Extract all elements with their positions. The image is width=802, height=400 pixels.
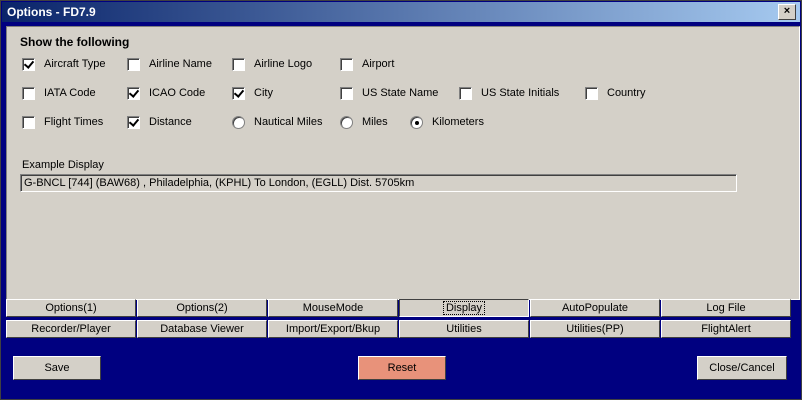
- tab-log-file[interactable]: Log File: [661, 299, 791, 317]
- airline-logo-checkbox[interactable]: [232, 57, 245, 71]
- tab-flightalert[interactable]: FlightAlert: [661, 320, 791, 338]
- aircraft-type-option[interactable]: Aircraft Type: [22, 57, 106, 71]
- tab-autopopulate[interactable]: AutoPopulate: [530, 299, 660, 317]
- kilometers-radio[interactable]: [410, 115, 423, 129]
- save-button[interactable]: Save: [13, 356, 101, 380]
- distance-checkbox[interactable]: [127, 115, 140, 129]
- country-option[interactable]: Country: [585, 86, 646, 100]
- miles-radio[interactable]: [340, 115, 353, 129]
- kilometers-label: Kilometers: [432, 116, 484, 128]
- tab-display-label: Display: [442, 301, 486, 315]
- airline-name-label: Airline Name: [149, 58, 212, 70]
- icao-code-label: ICAO Code: [149, 87, 206, 99]
- tab-database-viewer[interactable]: Database Viewer: [137, 320, 267, 338]
- distance-label: Distance: [149, 116, 192, 128]
- airport-option[interactable]: Airport: [340, 57, 394, 71]
- example-display-label: Example Display: [22, 159, 104, 171]
- us-state-name-label: US State Name: [362, 87, 439, 99]
- airline-name-option[interactable]: Airline Name: [127, 57, 212, 71]
- iata-code-option[interactable]: IATA Code: [22, 86, 96, 100]
- us-state-initials-checkbox[interactable]: [459, 86, 472, 100]
- tab-utilities-pp-label: Utilities(PP): [566, 323, 624, 335]
- tab-recorder-player[interactable]: Recorder/Player: [6, 320, 136, 338]
- display-options-panel: Show the following Aircraft Type Airline…: [6, 26, 800, 300]
- tab-utilities-label: Utilities: [446, 323, 482, 335]
- icao-code-option[interactable]: ICAO Code: [127, 86, 205, 100]
- us-state-initials-label: US State Initials: [481, 87, 560, 99]
- airport-label: Airport: [362, 58, 395, 70]
- close-cancel-button[interactable]: Close/Cancel: [697, 356, 787, 380]
- flight-times-checkbox[interactable]: [22, 115, 35, 129]
- tab-utilities-pp[interactable]: Utilities(PP): [530, 320, 660, 338]
- nautical-miles-label: Nautical Miles: [254, 116, 323, 128]
- nautical-miles-option[interactable]: Nautical Miles: [232, 115, 322, 129]
- tab-utilities[interactable]: Utilities: [399, 320, 529, 338]
- country-checkbox[interactable]: [585, 86, 598, 100]
- miles-option[interactable]: Miles: [340, 115, 388, 129]
- flight-times-option[interactable]: Flight Times: [22, 115, 103, 129]
- tab-mousemode[interactable]: MouseMode: [268, 299, 398, 317]
- city-option[interactable]: City: [232, 86, 273, 100]
- tab-options-1[interactable]: Options(1): [6, 299, 136, 317]
- iata-code-label: IATA Code: [44, 87, 96, 99]
- tab-import-export-bkup-label: Import/Export/Bkup: [285, 323, 381, 335]
- tab-options-2-label: Options(2): [176, 302, 228, 314]
- title-bar[interactable]: Options - FD7.9 ×: [2, 2, 800, 22]
- tab-import-export-bkup[interactable]: Import/Export/Bkup: [268, 320, 398, 338]
- miles-label: Miles: [362, 116, 388, 128]
- reset-button[interactable]: Reset: [358, 356, 446, 380]
- options-tab-bar: Options(1) Options(2) MouseMode Display …: [6, 299, 800, 339]
- window-title: Options - FD7.9: [7, 5, 96, 19]
- tab-mousemode-label: MouseMode: [302, 302, 364, 314]
- tab-autopopulate-label: AutoPopulate: [561, 302, 629, 314]
- tab-recorder-player-label: Recorder/Player: [31, 323, 111, 335]
- tab-options-2[interactable]: Options(2): [137, 299, 267, 317]
- airline-logo-label: Airline Logo: [254, 58, 313, 70]
- close-window-button[interactable]: ×: [778, 4, 796, 20]
- nautical-miles-radio[interactable]: [232, 115, 245, 129]
- distance-option[interactable]: Distance: [127, 115, 192, 129]
- tab-options-1-label: Options(1): [45, 302, 97, 314]
- kilometers-option[interactable]: Kilometers: [410, 115, 484, 129]
- us-state-name-option[interactable]: US State Name: [340, 86, 438, 100]
- tab-flightalert-label: FlightAlert: [701, 323, 751, 335]
- icao-code-checkbox[interactable]: [127, 86, 140, 100]
- aircraft-type-label: Aircraft Type: [44, 58, 106, 70]
- airline-name-checkbox[interactable]: [127, 57, 140, 71]
- options-window: Options - FD7.9 × Show the following Air…: [0, 0, 802, 400]
- city-checkbox[interactable]: [232, 86, 245, 100]
- tab-display[interactable]: Display: [399, 299, 529, 317]
- aircraft-type-checkbox[interactable]: [22, 57, 35, 71]
- airport-checkbox[interactable]: [340, 57, 353, 71]
- example-display-field[interactable]: G-BNCL [744] (BAW68) , Philadelphia, (KP…: [20, 174, 737, 192]
- flight-times-label: Flight Times: [44, 116, 104, 128]
- country-label: Country: [607, 87, 646, 99]
- airline-logo-option[interactable]: Airline Logo: [232, 57, 312, 71]
- city-label: City: [254, 87, 273, 99]
- tab-database-viewer-label: Database Viewer: [160, 323, 244, 335]
- iata-code-checkbox[interactable]: [22, 86, 35, 100]
- us-state-name-checkbox[interactable]: [340, 86, 353, 100]
- section-heading: Show the following: [20, 35, 130, 49]
- us-state-initials-option[interactable]: US State Initials: [459, 86, 559, 100]
- tab-log-file-label: Log File: [706, 302, 746, 314]
